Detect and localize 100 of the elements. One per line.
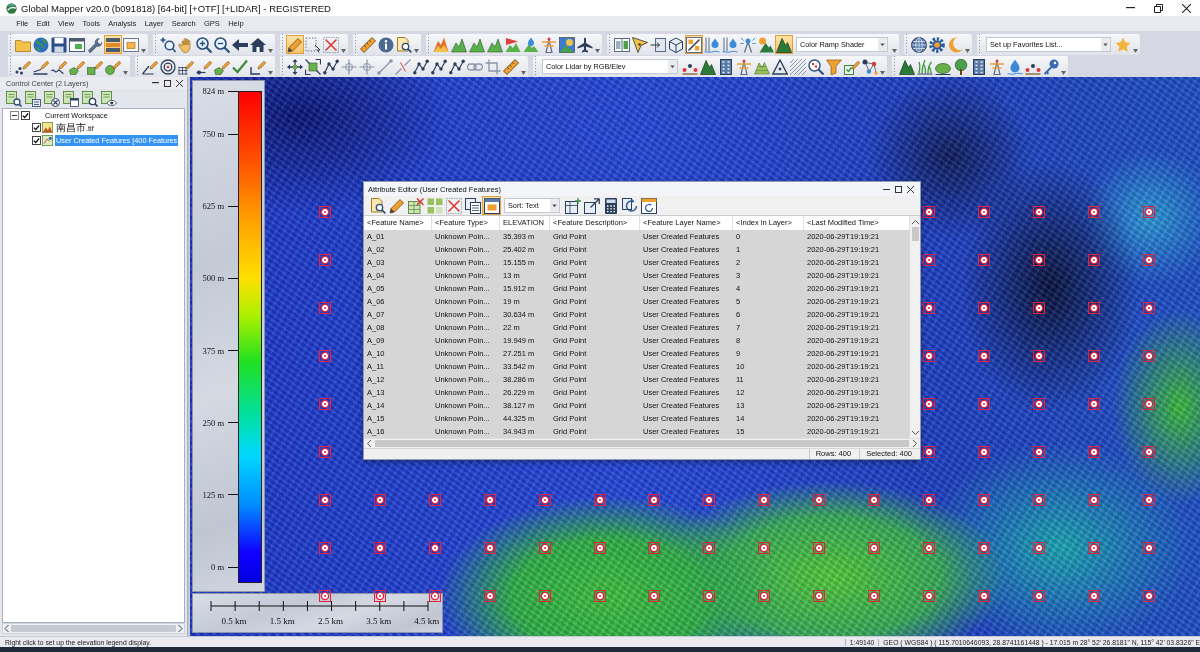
toolbar-button[interactable] [898,57,916,76]
toolbar-button[interactable] [377,35,395,54]
toolbar-button[interactable] [104,35,122,54]
toolbar-button[interactable] [430,57,448,76]
toolbar-button[interactable] [304,57,322,76]
toolbar-button[interactable] [861,57,879,76]
checkbox[interactable] [32,123,41,133]
caret-icon[interactable] [521,71,526,75]
caret-icon[interactable] [414,49,419,53]
point-marker-icon [1142,350,1155,362]
point-marker-icon [1087,494,1100,506]
pencil-grid-icon [178,58,194,75]
toolbar-button[interactable] [928,35,946,54]
minimize-icon[interactable] [883,188,890,190]
toolbar-button[interactable] [286,57,304,76]
toolbar-button[interactable] [685,35,703,54]
close-icon[interactable] [907,185,914,193]
toolbar-button[interactable] [159,57,177,76]
toolbar-button[interactable] [639,196,658,216]
point-marker-icon [922,590,935,602]
target-icon [160,58,176,75]
toolbar-button[interactable] [4,89,23,108]
toolbar-button[interactable] [558,35,576,54]
point-marker-icon [922,398,935,410]
toolbar-button[interactable] [50,35,68,54]
toolbar-button[interactable] [23,89,42,108]
toolbar-button[interactable] [952,57,970,76]
close-icon[interactable] [176,79,183,87]
caret-icon[interactable] [141,49,146,53]
toolbar-button[interactable] [482,196,501,216]
toolbar-button[interactable] [68,35,86,54]
app-logo-icon [6,2,17,14]
cross-icon [445,197,462,214]
collapse-icon[interactable] [10,110,19,120]
checkbox[interactable] [21,110,30,120]
scroll-right-icon[interactable] [913,440,917,448]
caret-icon[interactable] [341,49,346,53]
toolbar-button[interactable] [387,196,406,216]
caret-icon[interactable] [268,49,273,53]
point-marker-icon [483,542,496,554]
caret-icon[interactable] [268,71,273,75]
triangle-icon [772,58,788,75]
scroll-thumb[interactable] [911,227,919,242]
toolbar-button[interactable] [807,57,825,76]
table-window-icon [69,36,85,53]
point-marker-icon [1142,398,1155,410]
tree-icon [953,58,969,75]
minimize-icon[interactable] [152,82,159,84]
toolbar-button[interactable] [970,57,988,76]
point-marker-icon [1087,446,1100,458]
caret-icon[interactable] [1133,49,1138,53]
pencil-icon [287,36,303,53]
toolbar-button[interactable] [61,89,80,108]
toolbar-button[interactable] [286,35,304,54]
toolbar-button[interactable] [80,89,99,108]
toolbar-button[interactable] [213,35,231,54]
caret-icon[interactable] [595,49,600,53]
toolbar-button[interactable] [249,35,267,54]
maximize-icon[interactable] [164,79,171,87]
scroll-down-icon[interactable] [911,431,919,436]
toolbar-button[interactable] [576,35,594,54]
maximize-icon[interactable] [895,185,902,193]
scroll-thumb[interactable] [11,625,176,632]
toolbar-button[interactable] [717,57,735,76]
scroll-up-icon[interactable] [911,220,919,225]
checkbox[interactable] [32,135,41,145]
toolbar-button[interactable] [322,57,340,76]
caret-icon[interactable] [1061,71,1066,75]
caret-icon[interactable] [1101,38,1110,51]
building-icon [971,58,987,75]
toolbar-button[interactable] [771,57,789,76]
point-marker-icon [1032,446,1045,458]
terrain-flag-icon [505,36,521,53]
toolbar-button[interactable] [563,196,582,216]
pencil-icon [388,197,405,214]
toolbar-button[interactable] [582,196,601,216]
scroll-left-icon[interactable] [367,440,371,448]
toolbar-button[interactable] [667,35,685,54]
toolbar-button[interactable] [195,35,213,54]
caret-icon[interactable] [668,60,677,73]
scroll-thumb[interactable] [375,440,909,448]
toolbar-button[interactable] [448,57,466,76]
signal-tower-icon [740,36,756,53]
caret-icon[interactable] [892,49,897,53]
caret-icon[interactable] [880,71,885,75]
toolbar-button[interactable] [395,35,413,54]
caret-icon[interactable] [550,199,559,213]
toolbar-button[interactable] [910,35,928,54]
toolbar-button[interactable] [463,196,482,216]
caret-icon[interactable] [123,71,128,75]
toolbar-button[interactable] [368,196,387,216]
toolbar-button[interactable] [412,57,430,76]
legend-label: 500 m [201,273,225,284]
toolbar-button[interactable] [699,57,717,76]
point-marker-icon [1087,206,1100,218]
toolbar-button[interactable] [631,35,649,54]
toolbar-button[interactable] [159,35,177,54]
caret-icon[interactable] [965,49,970,53]
minimize-icon [1125,7,1135,9]
caret-icon[interactable] [878,38,887,51]
